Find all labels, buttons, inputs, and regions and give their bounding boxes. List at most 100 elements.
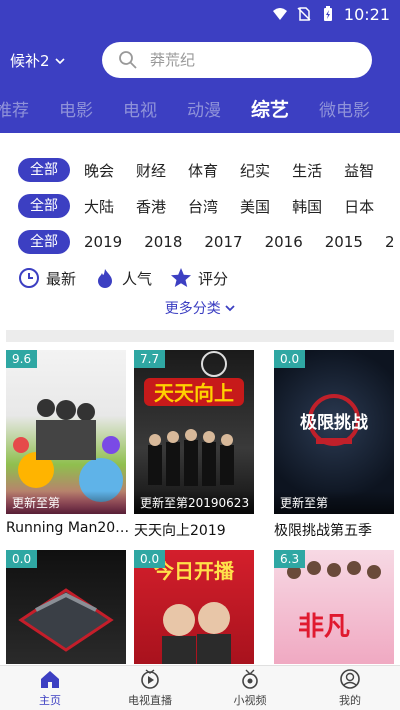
- filter-option[interactable]: 2015: [325, 233, 363, 251]
- video-card[interactable]: 今日开播 0.0: [134, 550, 254, 664]
- wifi-icon: [273, 8, 287, 20]
- filter-option[interactable]: 台湾: [188, 196, 218, 217]
- nav-live-tv-label: 电视直播: [128, 694, 172, 707]
- filter-option[interactable]: 晚会: [84, 160, 114, 181]
- filter-panel: 全部 晚会 财经 体育 纪实 生活 益智 全部 大陆 香港 台湾 美国 韩国 日…: [0, 152, 400, 317]
- profile-icon: [340, 669, 360, 689]
- update-label: 更新至第20190623: [134, 491, 254, 514]
- update-label: 更新至第: [6, 491, 126, 514]
- tab-tv[interactable]: 电视: [108, 96, 172, 121]
- filter-option[interactable]: 2: [385, 233, 395, 251]
- filter-option[interactable]: 2017: [204, 233, 242, 251]
- video-title: 天天向上2019: [134, 523, 226, 539]
- app-header: 10:21 候补2 推荐 电影 电视 动漫 综艺 微电影: [0, 0, 400, 133]
- tab-micro-film[interactable]: 微电影: [304, 96, 385, 121]
- chevron-down-icon: [54, 57, 65, 64]
- tab-anime[interactable]: 动漫: [172, 96, 236, 121]
- no-sim-icon: [297, 7, 311, 21]
- live-tv-icon: [141, 669, 159, 689]
- video-poster: 非凡 6.3: [274, 550, 394, 664]
- source-select[interactable]: 候补2: [10, 50, 66, 71]
- status-bar: 10:21: [0, 0, 400, 28]
- chevron-down-icon: [225, 305, 235, 312]
- filter-year-all[interactable]: 全部: [18, 230, 70, 254]
- poster-art: 天天向上: [144, 351, 244, 486]
- video-card[interactable]: 天天向上 7.7 更新至第20190623 天天向上2019: [134, 350, 254, 540]
- bottom-nav: 主页 电视直播 小视频 我的: [0, 665, 400, 710]
- filter-option[interactable]: 生活: [292, 160, 322, 181]
- score-badge: 0.0: [6, 550, 38, 568]
- video-poster: 天天向上 7.7 更新至第20190623: [134, 350, 254, 514]
- tab-movie[interactable]: 电影: [44, 96, 108, 121]
- svg-text:非凡: 非凡: [298, 612, 350, 642]
- filter-type-all[interactable]: 全部: [18, 158, 70, 182]
- filter-option[interactable]: 2018: [144, 233, 182, 251]
- filter-option[interactable]: 韩国: [292, 196, 322, 217]
- home-icon: [41, 671, 59, 688]
- svg-text:今日开播: 今日开播: [154, 559, 235, 583]
- more-categories-label: 更多分类: [164, 301, 221, 317]
- tab-variety[interactable]: 综艺: [236, 95, 304, 122]
- score-badge: 0.0: [274, 350, 306, 368]
- section-divider: [6, 330, 394, 342]
- status-time: 10:21: [343, 5, 390, 24]
- star-icon: [171, 268, 192, 287]
- sort-popular-label: 人气: [122, 269, 153, 288]
- nav-home[interactable]: 主页: [0, 666, 100, 710]
- search-input[interactable]: [150, 51, 350, 69]
- video-card[interactable]: 9.6 更新至第 Running Man2019: [6, 350, 130, 536]
- video-title: Running Man2019: [6, 520, 130, 536]
- nav-short-video[interactable]: 小视频: [200, 666, 300, 710]
- video-card[interactable]: 非凡 6.3: [274, 550, 394, 664]
- video-poster: 今日开播 0.0: [134, 550, 254, 664]
- nav-short-video-label: 小视频: [233, 694, 267, 707]
- sort-latest-label: 最新: [46, 269, 77, 288]
- top-bar: 候补2: [0, 42, 400, 78]
- filter-option[interactable]: 纪实: [240, 160, 270, 181]
- filter-row-region: 全部 大陆 香港 台湾 美国 韩国 日本: [0, 188, 400, 224]
- filter-region-all[interactable]: 全部: [18, 194, 70, 218]
- source-select-label: 候补2: [10, 52, 50, 70]
- sort-rating[interactable]: 评分: [170, 267, 228, 289]
- svg-text:天天向上: 天天向上: [154, 381, 234, 405]
- filter-option[interactable]: 日本: [344, 196, 374, 217]
- nav-live-tv[interactable]: 电视直播: [100, 666, 200, 710]
- score-badge: 9.6: [6, 350, 38, 368]
- flame-icon: [98, 269, 113, 288]
- filter-option[interactable]: 大陆: [84, 196, 114, 217]
- video-card[interactable]: 0.0: [6, 550, 126, 664]
- filter-option[interactable]: 财经: [136, 160, 166, 181]
- poster-art: 极限挑战: [300, 394, 368, 446]
- video-title: 极限挑战第五季: [274, 523, 372, 539]
- tab-recommend[interactable]: 推荐: [0, 96, 44, 121]
- video-poster: 9.6 更新至第: [6, 350, 126, 514]
- sort-latest[interactable]: 最新: [18, 267, 76, 289]
- score-badge: 0.0: [134, 550, 166, 568]
- channel-tabs: 推荐 电影 电视 动漫 综艺 微电影: [0, 88, 400, 128]
- filter-option[interactable]: 美国: [240, 196, 270, 217]
- more-categories-button[interactable]: 更多分类: [0, 298, 400, 318]
- video-poster: 极限挑战 0.0 更新至第: [274, 350, 394, 514]
- sort-rating-label: 评分: [198, 269, 229, 288]
- video-card[interactable]: 极限挑战 0.0 更新至第 极限挑战第五季: [274, 350, 394, 540]
- filter-option[interactable]: 香港: [136, 196, 166, 217]
- nav-profile[interactable]: 我的: [300, 666, 400, 710]
- sort-row: 最新 人气 评分: [0, 260, 400, 296]
- score-badge: 7.7: [134, 350, 166, 368]
- filter-option[interactable]: 2019: [84, 233, 122, 251]
- filter-option[interactable]: 益智: [344, 160, 374, 181]
- score-badge: 6.3: [274, 550, 306, 568]
- filter-row-type: 全部 晚会 财经 体育 纪实 生活 益智: [0, 152, 400, 188]
- nav-home-label: 主页: [39, 694, 61, 707]
- filter-option[interactable]: 体育: [188, 160, 218, 181]
- search-box[interactable]: [102, 42, 372, 78]
- svg-text:极限挑战: 极限挑战: [300, 412, 368, 433]
- search-icon: [119, 51, 137, 69]
- video-poster: 0.0: [6, 550, 126, 664]
- sort-popular[interactable]: 人气: [94, 267, 152, 289]
- filter-row-year: 全部 2019 2018 2017 2016 2015 2: [0, 224, 400, 260]
- battery-icon: [324, 6, 332, 21]
- filter-option[interactable]: 2016: [265, 233, 303, 251]
- poster-art: [13, 399, 123, 502]
- short-video-icon: [242, 669, 258, 689]
